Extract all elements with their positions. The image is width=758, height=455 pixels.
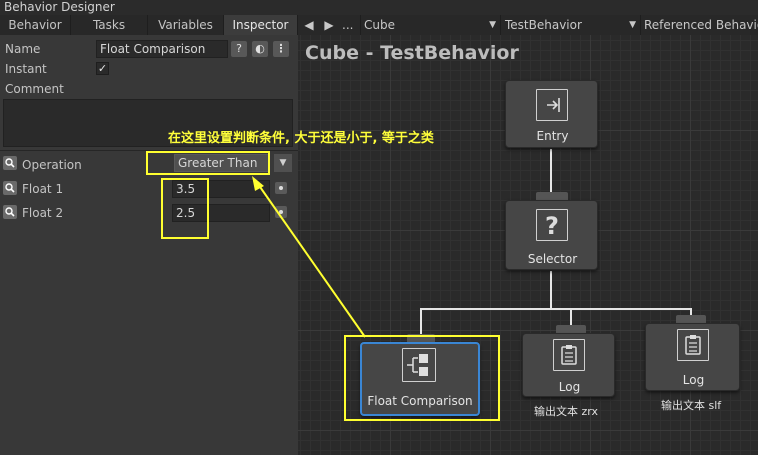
annotation-arrow	[252, 176, 366, 338]
